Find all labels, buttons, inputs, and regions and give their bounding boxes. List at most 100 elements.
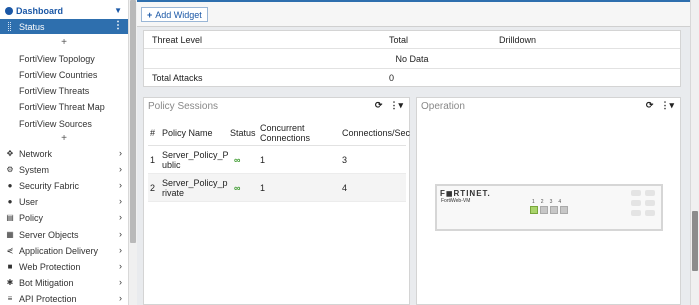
- refresh-icon[interactable]: ⟳: [646, 100, 654, 111]
- sidebar-item-policy[interactable]: ▤ Policy ›: [0, 210, 128, 225]
- port-3-indicator[interactable]: [550, 206, 558, 214]
- sidebar-item-fortiview-topology[interactable]: FortiView Topology: [0, 51, 128, 66]
- scrollbar-thumb[interactable]: [692, 211, 698, 271]
- drag-handle-icon[interactable]: [8, 22, 11, 31]
- port-1-indicator[interactable]: [530, 206, 538, 214]
- sidebar-item-label: FortiView Threats: [19, 85, 90, 96]
- policy-name: Server_Policy_p rivate: [162, 174, 228, 201]
- fortinet-logo: F◼RTINET.: [440, 189, 491, 198]
- chevron-right-icon: ›: [119, 261, 122, 271]
- more-options-icon[interactable]: ⋮: [113, 20, 123, 31]
- sidebar-item-api-protection[interactable]: ≡ API Protection ›: [0, 291, 128, 305]
- add-widget-label: Add Widget: [155, 9, 202, 20]
- column-label: Connections: [260, 132, 311, 143]
- column-connections-per-sec[interactable]: Connections/Sec: [342, 120, 410, 145]
- column-status[interactable]: Status: [230, 120, 256, 145]
- sidebar-item-fortiview-countries[interactable]: FortiView Countries: [0, 67, 128, 82]
- sidebar-item-label: FortiView Countries: [19, 69, 98, 80]
- sidebar-item-web-protection[interactable]: ■ Web Protection ›: [0, 259, 128, 274]
- main-scrollbar[interactable]: [690, 0, 699, 305]
- sidebar-item-label: Web Protection: [19, 261, 81, 272]
- port-number: 2: [540, 199, 544, 205]
- more-options-icon[interactable]: ⋮▾: [389, 100, 403, 111]
- policy-icon: ▤: [6, 213, 14, 222]
- user-icon: ●: [7, 197, 13, 206]
- lock-icon: ■: [7, 262, 13, 271]
- chevron-right-icon: ›: [119, 229, 122, 239]
- chevron-right-icon: ›: [119, 212, 122, 222]
- chevron-right-icon: ›: [119, 245, 122, 255]
- table-row: Total Attacks 0: [144, 69, 680, 87]
- api-icon: ≡: [7, 294, 13, 303]
- port-number: 1: [532, 199, 535, 205]
- sidebar-item-fortiview-sources[interactable]: FortiView Sources: [0, 116, 128, 131]
- policy-name-line: rivate: [162, 187, 185, 198]
- table-row[interactable]: 2 Server_Policy_p rivate ∞ 1 4: [148, 174, 406, 202]
- sidebar-item-security-fabric[interactable]: ● Security Fabric ›: [0, 178, 128, 193]
- sidebar-item-dashboard[interactable]: Dashboard ▼: [0, 4, 128, 17]
- port-2-indicator[interactable]: [540, 206, 548, 214]
- port-group: [530, 206, 568, 214]
- column-drilldown[interactable]: Drilldown: [499, 31, 536, 48]
- chevron-right-icon: ›: [119, 148, 122, 158]
- column-total[interactable]: Total: [389, 31, 408, 48]
- add-dashboard-button[interactable]: +: [0, 37, 128, 48]
- plus-icon: +: [147, 9, 153, 20]
- device-illustration: F◼RTINET. FortiWeb-VM 1 2 3 4: [435, 184, 663, 231]
- sidebar-item-label: Server Objects: [19, 229, 79, 240]
- chevron-right-icon: ›: [119, 293, 122, 303]
- scrollbar-thumb[interactable]: [130, 0, 136, 243]
- column-threat-level[interactable]: Threat Level: [152, 31, 202, 48]
- no-data-text: No Data: [395, 53, 429, 64]
- add-fortiview-button[interactable]: +: [0, 133, 128, 144]
- chevron-right-icon: ›: [119, 277, 122, 287]
- connections-per-sec: 4: [342, 182, 348, 193]
- policy-name-line: ublic: [162, 159, 181, 170]
- policy-sessions-widget: Policy Sessions ⟳ ⋮▾ # Policy Name Statu…: [143, 97, 410, 305]
- refresh-icon[interactable]: ⟳: [375, 100, 383, 111]
- sidebar-item-label: Dashboard: [16, 5, 64, 16]
- column-number[interactable]: #: [150, 120, 155, 145]
- more-options-icon[interactable]: ⋮▾: [660, 100, 674, 111]
- sidebar-item-fortiview-threat-map[interactable]: FortiView Threat Map: [0, 99, 128, 114]
- vent-shape: [645, 190, 655, 196]
- table-header: Threat Level Total Drilldown: [144, 31, 680, 49]
- port-number: 3: [549, 199, 553, 205]
- bot-icon: ✱: [6, 278, 14, 287]
- column-policy-name[interactable]: Policy Name: [162, 120, 213, 145]
- sidebar-item-server-objects[interactable]: ▦ Server Objects ›: [0, 227, 128, 242]
- fabric-icon: ●: [7, 181, 13, 190]
- port-numbers: 1 2 3 4: [532, 199, 561, 205]
- policy-name-line: Server_Policy_p: [162, 177, 228, 188]
- dashboard-content: Threat Level Total Drilldown No Data Tot…: [137, 28, 690, 305]
- sidebar-item-fortiview-threats[interactable]: FortiView Threats: [0, 83, 128, 98]
- sidebar-item-label: FortiView Threat Map: [19, 101, 105, 112]
- sidebar-item-label: Bot Mitigation: [19, 277, 74, 288]
- sidebar-scrollbar[interactable]: [128, 0, 137, 305]
- sidebar-item-label: System: [19, 164, 50, 175]
- sidebar-item-application-delivery[interactable]: ⋞ Application Delivery ›: [0, 243, 128, 258]
- sidebar-item-label: Policy: [19, 212, 44, 223]
- sidebar: Dashboard ▼ Status ⋮ + FortiView Topolog…: [0, 0, 137, 305]
- sidebar-item-label: FortiView Sources: [19, 118, 92, 129]
- chevron-right-icon: ›: [119, 196, 122, 206]
- sidebar-item-status[interactable]: Status ⋮: [0, 19, 128, 34]
- delivery-icon: ⋞: [6, 246, 14, 255]
- sidebar-item-bot-mitigation[interactable]: ✱ Bot Mitigation ›: [0, 275, 128, 290]
- widget-title: Policy Sessions: [148, 101, 219, 112]
- column-concurrent-connections[interactable]: Concurrent Connections: [260, 120, 310, 145]
- port-4-indicator[interactable]: [560, 206, 568, 214]
- concurrent-connections: 1: [260, 154, 266, 165]
- sidebar-item-label: User: [19, 196, 39, 207]
- add-widget-button[interactable]: + Add Widget: [141, 7, 208, 22]
- table-row[interactable]: 1 Server_Policy_P ublic ∞ 1 3: [148, 146, 406, 174]
- chevron-right-icon: ›: [119, 180, 122, 190]
- vent-shape: [645, 200, 655, 206]
- sidebar-item-system[interactable]: ⚙ System ›: [0, 162, 128, 177]
- sidebar-item-user[interactable]: ● User ›: [0, 194, 128, 209]
- vent-shape: [631, 210, 641, 216]
- row-number: 2: [150, 182, 156, 193]
- network-icon: ✥: [6, 149, 14, 158]
- sidebar-item-network[interactable]: ✥ Network ›: [0, 146, 128, 161]
- connections-per-sec: 3: [342, 154, 348, 165]
